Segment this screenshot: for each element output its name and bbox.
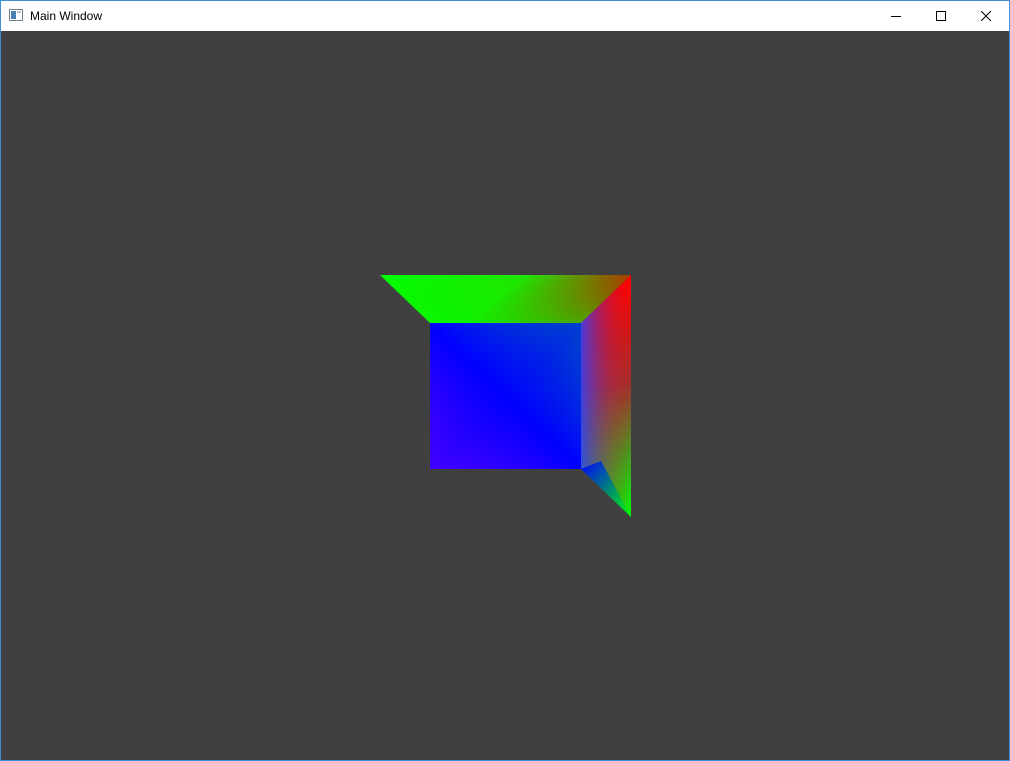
maximize-icon bbox=[936, 11, 946, 21]
minimize-icon bbox=[891, 16, 901, 17]
rgb-cube-render bbox=[380, 275, 631, 517]
main-window: Main Window bbox=[0, 0, 1010, 761]
cube-front-face-shade bbox=[430, 323, 581, 469]
close-button[interactable] bbox=[963, 1, 1009, 31]
close-icon bbox=[981, 11, 991, 21]
minimize-button[interactable] bbox=[873, 1, 919, 31]
title-bar[interactable]: Main Window bbox=[1, 1, 1009, 31]
window-title: Main Window bbox=[30, 9, 103, 23]
maximize-button[interactable] bbox=[918, 1, 964, 31]
render-viewport[interactable] bbox=[1, 31, 1009, 760]
app-window-icon bbox=[9, 9, 23, 21]
